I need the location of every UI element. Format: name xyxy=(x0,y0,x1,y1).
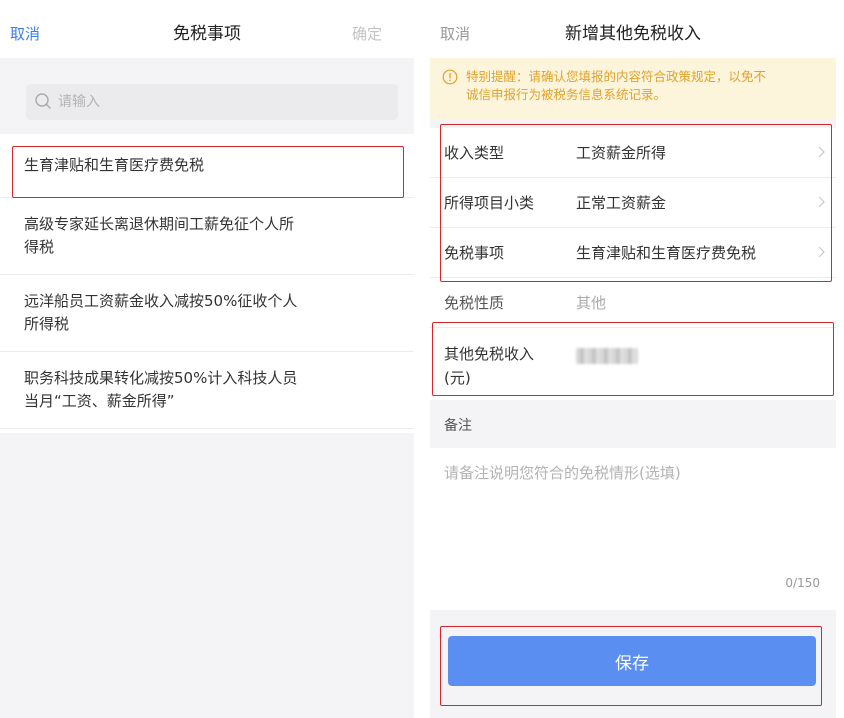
exemption-list-panel: 取消 免税事项 确定 生育津贴和生育医疗费免税 高级专家延长离退休期间工薪免征个… xyxy=(0,0,414,718)
warning-circle-icon xyxy=(442,69,458,85)
char-counter: 0/150 xyxy=(785,576,820,590)
income-type-row[interactable]: 收入类型 工资薪金所得 xyxy=(430,128,836,178)
income-type-value: 工资薪金所得 xyxy=(576,144,667,162)
notice-banner: 特别提醒：请确认您填报的内容符合政策规定，以免不 诚信申报行为被税务信息系统记录… xyxy=(430,58,836,120)
confirm-button[interactable]: 确定 xyxy=(352,24,382,44)
chevron-right-icon xyxy=(818,196,825,208)
list-item-label-line2: 得税 xyxy=(24,238,55,256)
other-exempt-income-label: 其他免税收入 (元) xyxy=(444,342,534,390)
search-icon xyxy=(35,93,51,109)
income-subcategory-label: 所得项目小类 xyxy=(444,194,535,212)
search-input[interactable] xyxy=(58,84,358,120)
remark-textarea[interactable] xyxy=(444,462,824,562)
remark-area: 0/150 xyxy=(430,448,836,610)
list-item-label-line2: 所得税 xyxy=(24,315,70,333)
other-exempt-income-label-line2: (元) xyxy=(444,369,471,387)
empty-background xyxy=(0,433,414,718)
exemption-item-row[interactable]: 免税事项 生育津贴和生育医疗费免税 xyxy=(430,228,836,278)
list-item-senior-expert[interactable]: 高级专家延长离退休期间工薪免征个人所 得税 xyxy=(0,198,414,275)
exemption-item-value: 生育津贴和生育医疗费免税 xyxy=(576,244,757,262)
other-exempt-income-row[interactable]: 其他免税收入 (元) xyxy=(430,328,836,400)
right-page-title: 新增其他免税收入 xyxy=(565,24,701,44)
income-subcategory-value: 正常工资薪金 xyxy=(576,194,667,212)
list-item-seafarer[interactable]: 远洋船员工资薪金收入减按50%征收个人 所得税 xyxy=(0,275,414,352)
chevron-right-icon xyxy=(818,246,825,258)
section-gap xyxy=(430,120,836,128)
list-item-label: 生育津贴和生育医疗费免税 xyxy=(24,156,205,174)
exemption-nature-label: 免税性质 xyxy=(444,294,505,312)
save-button[interactable]: 保存 xyxy=(448,636,816,686)
chevron-right-icon xyxy=(818,146,825,158)
exemption-nature-value: 其他 xyxy=(576,294,607,312)
exemption-item-label: 免税事项 xyxy=(444,244,505,262)
search-box[interactable] xyxy=(26,84,398,120)
exemption-list: 生育津贴和生育医疗费免税 高级专家延长离退休期间工薪免征个人所 得税 远洋船员工… xyxy=(0,134,414,429)
search-bar xyxy=(0,58,414,134)
income-type-label: 收入类型 xyxy=(444,144,505,162)
save-area: 保存 xyxy=(430,610,836,718)
list-item-tech-transfer[interactable]: 职务科技成果转化减按50%计入科技人员 当月“工资、薪金所得” xyxy=(0,352,414,429)
blurred-amount-value[interactable] xyxy=(576,348,638,364)
right-header: 取消 新增其他免税收入 xyxy=(430,0,836,58)
notice-line1: 特别提醒：请确认您填报的内容符合政策规定，以免不 xyxy=(466,69,767,84)
list-item-label-line1: 职务科技成果转化减按50%计入科技人员 xyxy=(24,369,298,387)
list-item-label-line2: 当月“工资、薪金所得” xyxy=(24,392,175,410)
add-exempt-income-panel: 取消 新增其他免税收入 特别提醒：请确认您填报的内容符合政策规定，以免不 诚信申… xyxy=(430,0,836,718)
left-header: 取消 免税事项 确定 xyxy=(0,0,414,58)
notice-line2: 诚信申报行为被税务信息系统记录。 xyxy=(466,87,667,102)
other-exempt-income-label-line1: 其他免税收入 xyxy=(444,345,535,363)
exemption-nature-row: 免税性质 其他 xyxy=(430,278,836,328)
list-item-label-line1: 远洋船员工资薪金收入减按50%征收个人 xyxy=(24,292,298,310)
income-subcategory-row[interactable]: 所得项目小类 正常工资薪金 xyxy=(430,178,836,228)
remark-section-title: 备注 xyxy=(430,400,836,448)
list-item-maternity[interactable]: 生育津贴和生育医疗费免税 xyxy=(0,134,414,198)
list-item-label-line1: 高级专家延长离退休期间工薪免征个人所 xyxy=(24,215,295,233)
